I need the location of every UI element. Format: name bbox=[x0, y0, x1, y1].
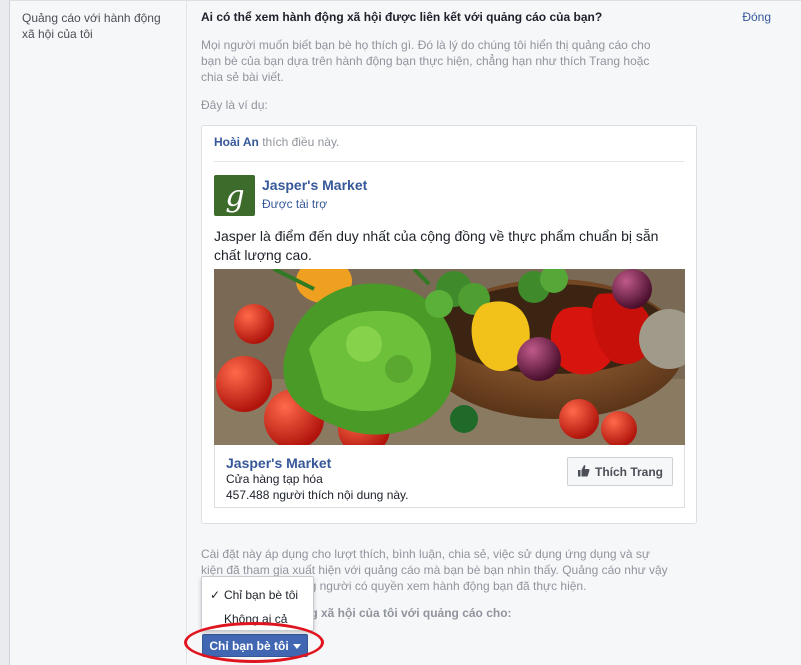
example-label: Đây là ví dụ: bbox=[201, 98, 268, 112]
setting-question: Ai có thể xem hành động xã hội được liên… bbox=[201, 10, 603, 24]
audience-selector-button[interactable]: Chỉ bạn bè tôi bbox=[202, 634, 308, 657]
friend-name[interactable]: Hoài An bbox=[214, 135, 259, 149]
page-likes-count: 457.488 người thích nội dung này. bbox=[226, 488, 409, 502]
setting-description: Mọi người muốn biết bạn bè họ thích gì. … bbox=[201, 38, 651, 84]
card-divider bbox=[214, 161, 684, 162]
menu-item-friends-only[interactable]: ✓ Chỉ bạn bè tôi bbox=[202, 583, 313, 607]
audience-selected-label: Chỉ bạn bè tôi bbox=[209, 638, 289, 653]
social-context: Hoài An thích điều này. bbox=[214, 135, 339, 149]
like-page-button[interactable]: Thích Trang bbox=[567, 457, 673, 486]
ad-example-card: Hoài An thích điều này. g Jasper's Marke… bbox=[201, 125, 697, 524]
sponsored-label[interactable]: Được tài trợ bbox=[262, 197, 327, 211]
thumbs-up-icon bbox=[577, 464, 590, 480]
setting-content: Ai có thể xem hành động xã hội được liên… bbox=[201, 10, 721, 112]
audience-dropdown-menu: ✓ Chỉ bạn bè tôi Không ai cả bbox=[201, 576, 314, 631]
post-text: Jasper là điểm đến duy nhất của cộng đồn… bbox=[214, 228, 659, 263]
like-page-label: Thích Trang bbox=[594, 464, 663, 479]
caret-down-icon bbox=[292, 644, 301, 649]
social-action-text: thích điều này. bbox=[258, 135, 340, 149]
checkmark-icon: ✓ bbox=[210, 588, 221, 602]
menu-item-no-one[interactable]: Không ai cả bbox=[202, 607, 313, 631]
menu-item-label: Chỉ bạn bè tôi bbox=[224, 588, 299, 602]
setting-label: Quảng cáo với hành động xã hội của tôi bbox=[22, 11, 161, 41]
page-name-link[interactable]: Jasper's Market bbox=[262, 177, 367, 193]
menu-item-label: Không ai cả bbox=[224, 612, 288, 626]
vegetables-photo[interactable] bbox=[214, 269, 685, 445]
page-category: Cửa hàng tạp hóa bbox=[226, 472, 323, 486]
page-attachment: Jasper's Market Cửa hàng tạp hóa 457.488… bbox=[214, 445, 685, 508]
column-divider bbox=[186, 0, 187, 665]
svg-text:g: g bbox=[225, 179, 244, 213]
close-link[interactable]: Đóng bbox=[742, 10, 771, 24]
attachment-page-name[interactable]: Jasper's Market bbox=[226, 455, 331, 471]
page-logo-icon[interactable]: g bbox=[214, 175, 255, 216]
